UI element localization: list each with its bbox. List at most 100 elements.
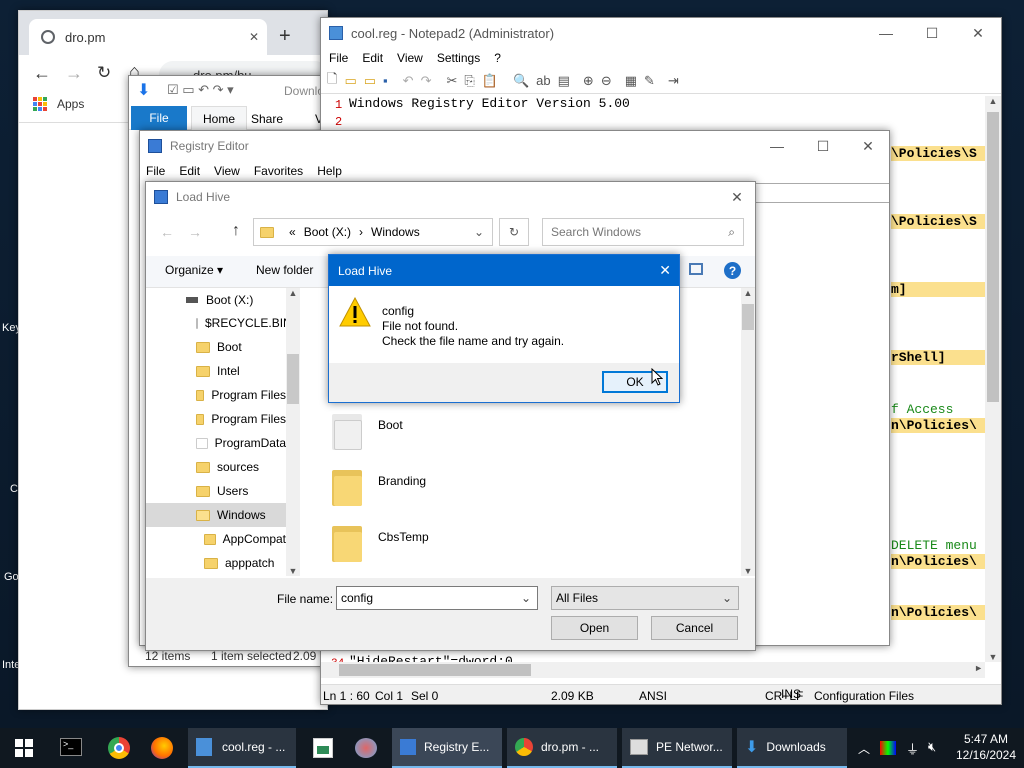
tray-chevron-icon[interactable]: ︿ bbox=[858, 740, 870, 757]
scrollbar-thumb[interactable] bbox=[987, 112, 999, 402]
forward-icon[interactable]: → bbox=[65, 63, 83, 84]
ribbon-tab-file[interactable]: File bbox=[131, 106, 187, 130]
menu-view[interactable]: View bbox=[214, 164, 240, 178]
apps-icon[interactable] bbox=[33, 97, 47, 111]
taskbar-item-downloads[interactable]: ⬇ Downloads bbox=[737, 728, 847, 768]
browse-icon[interactable]: ▭ bbox=[364, 73, 376, 89]
paste-icon[interactable]: 📋 bbox=[482, 73, 498, 89]
vertical-scrollbar[interactable]: ▲ ▼ bbox=[985, 96, 1001, 662]
back-icon[interactable]: ← bbox=[160, 224, 174, 240]
file-list-scrollbar[interactable]: ▲ ▼ bbox=[741, 288, 755, 576]
forward-icon[interactable]: → bbox=[188, 224, 202, 240]
tree-item[interactable]: sources bbox=[146, 455, 286, 479]
taskbar-item-network[interactable]: PE Networ... bbox=[622, 728, 732, 768]
close-icon[interactable]: ✕ bbox=[659, 262, 671, 279]
menu-file[interactable]: File bbox=[146, 164, 165, 178]
editor-line-1[interactable]: Windows Registry Editor Version 5.00 bbox=[349, 96, 630, 111]
new-tab-button[interactable]: + bbox=[279, 25, 291, 48]
close-button[interactable]: ✕ bbox=[717, 182, 755, 212]
path-bar[interactable]: « Boot (X:) › Windows ⌄ bbox=[253, 218, 493, 246]
open-button[interactable]: Open bbox=[551, 616, 638, 640]
open-icon[interactable]: ▭ bbox=[344, 73, 356, 89]
menu-file[interactable]: File bbox=[329, 51, 348, 65]
zoom-out-icon[interactable]: ⊖ bbox=[601, 73, 612, 89]
maximize-button[interactable]: ☐ bbox=[909, 18, 955, 48]
tree-item[interactable]: apppatch bbox=[146, 551, 286, 575]
menu-help[interactable]: ? bbox=[494, 51, 501, 65]
chevron-down-icon[interactable]: ⌄ bbox=[474, 225, 484, 239]
reload-icon[interactable]: ↻ bbox=[97, 63, 111, 83]
breadcrumb-current[interactable]: Windows bbox=[371, 225, 420, 239]
scrollbar-thumb[interactable] bbox=[742, 304, 754, 330]
taskbar-item-regedit[interactable]: Registry E... bbox=[392, 728, 502, 768]
chrome-icon[interactable] bbox=[108, 737, 130, 759]
tray-display-icon[interactable] bbox=[880, 741, 896, 755]
clock[interactable]: 5:47 AM 12/16/2024 bbox=[950, 731, 1022, 763]
desktop-label[interactable]: C bbox=[10, 483, 18, 495]
spreadsheet-icon[interactable] bbox=[313, 738, 333, 758]
undo-icon[interactable]: ↶ bbox=[403, 73, 414, 89]
ribbon-tab-home[interactable]: Home bbox=[191, 106, 247, 130]
cancel-button[interactable]: Cancel bbox=[651, 616, 738, 640]
tree-item[interactable]: Users bbox=[146, 479, 286, 503]
browser-tab[interactable]: dro.pm ✕ bbox=[29, 19, 267, 55]
minimize-button[interactable]: — bbox=[863, 18, 909, 48]
new-folder-button[interactable]: New folder bbox=[256, 263, 313, 277]
goto-icon[interactable]: ▤ bbox=[558, 73, 570, 89]
taskbar-item-notepad[interactable]: cool.reg - ... bbox=[188, 728, 296, 768]
close-icon[interactable]: ✕ bbox=[249, 30, 259, 44]
start-button[interactable] bbox=[0, 728, 48, 768]
tree-item[interactable]: Program Files bbox=[146, 407, 286, 431]
tree-item[interactable]: $RECYCLE.BIN bbox=[146, 311, 292, 335]
organize-button[interactable]: Organize ▾ bbox=[165, 263, 223, 277]
tree-item[interactable]: ProgramData bbox=[146, 431, 286, 455]
minimize-button[interactable]: — bbox=[754, 131, 800, 161]
tree-item-drive[interactable]: Boot (X:) bbox=[146, 288, 286, 312]
new-icon[interactable]: 🗋 bbox=[327, 70, 337, 92]
taskbar-item-browser[interactable]: dro.pm - ... bbox=[507, 728, 617, 768]
file-item[interactable]: Branding bbox=[332, 466, 532, 510]
terminal-icon[interactable]: >_ bbox=[60, 738, 82, 756]
regedit-address-bar[interactable] bbox=[754, 183, 889, 203]
cut-icon[interactable]: ✂ bbox=[446, 73, 457, 89]
copy-icon[interactable]: ⎘ bbox=[464, 73, 474, 89]
ribbon-tab-share[interactable]: Share bbox=[251, 112, 283, 126]
back-icon[interactable]: ← bbox=[33, 63, 51, 84]
file-item[interactable]: CbsTemp bbox=[332, 522, 532, 566]
redo-icon[interactable]: ↷ bbox=[421, 73, 432, 89]
volume-icon[interactable]: 🔇︎ bbox=[928, 739, 936, 755]
menu-favorites[interactable]: Favorites bbox=[254, 164, 303, 178]
menu-help[interactable]: Help bbox=[317, 164, 342, 178]
chevron-down-icon[interactable]: ⌄ bbox=[521, 591, 531, 605]
menu-edit[interactable]: Edit bbox=[179, 164, 200, 178]
tree-scrollbar[interactable]: ▲ ▼ bbox=[286, 288, 300, 576]
scheme-icon[interactable]: ▦ bbox=[625, 73, 637, 89]
exit-icon[interactable]: ⇥ bbox=[668, 73, 679, 89]
firefox-icon[interactable] bbox=[151, 737, 173, 759]
apps-link[interactable]: Apps bbox=[57, 97, 84, 111]
tree-item[interactable]: AppCompat bbox=[146, 527, 286, 551]
paint-icon[interactable] bbox=[355, 738, 377, 758]
file-type-select[interactable]: All Files ⌄ bbox=[551, 586, 739, 610]
find-icon[interactable]: 🔍 bbox=[513, 73, 529, 89]
file-name-input[interactable]: config ⌄ bbox=[336, 586, 538, 610]
help-icon[interactable]: ? bbox=[724, 262, 741, 279]
menu-view[interactable]: View bbox=[397, 51, 423, 65]
save-icon[interactable]: ▪ bbox=[383, 73, 388, 88]
zoom-in-icon[interactable]: ⊕ bbox=[583, 73, 594, 89]
tree-item[interactable]: Boot bbox=[146, 335, 286, 359]
close-button[interactable]: ✕ bbox=[845, 131, 889, 161]
refresh-button[interactable]: ↻ bbox=[499, 218, 529, 246]
up-icon[interactable]: ↑ bbox=[232, 222, 240, 240]
desktop-label[interactable]: Go bbox=[4, 571, 19, 583]
maximize-button[interactable]: ☐ bbox=[800, 131, 846, 161]
search-input[interactable]: Search Windows ⌕ bbox=[542, 218, 744, 246]
horizontal-scrollbar[interactable]: ► bbox=[321, 662, 985, 678]
file-item[interactable]: Boot bbox=[332, 410, 532, 454]
tree-item-selected[interactable]: Windows bbox=[146, 503, 286, 527]
close-button[interactable]: ✕ bbox=[955, 18, 1001, 48]
tree-item[interactable]: Program Files bbox=[146, 383, 286, 407]
tray-usb-icon[interactable]: ⏚ bbox=[906, 739, 919, 758]
customize-icon[interactable]: ✎ bbox=[644, 73, 655, 89]
breadcrumb-root[interactable]: Boot (X:) bbox=[304, 225, 351, 239]
